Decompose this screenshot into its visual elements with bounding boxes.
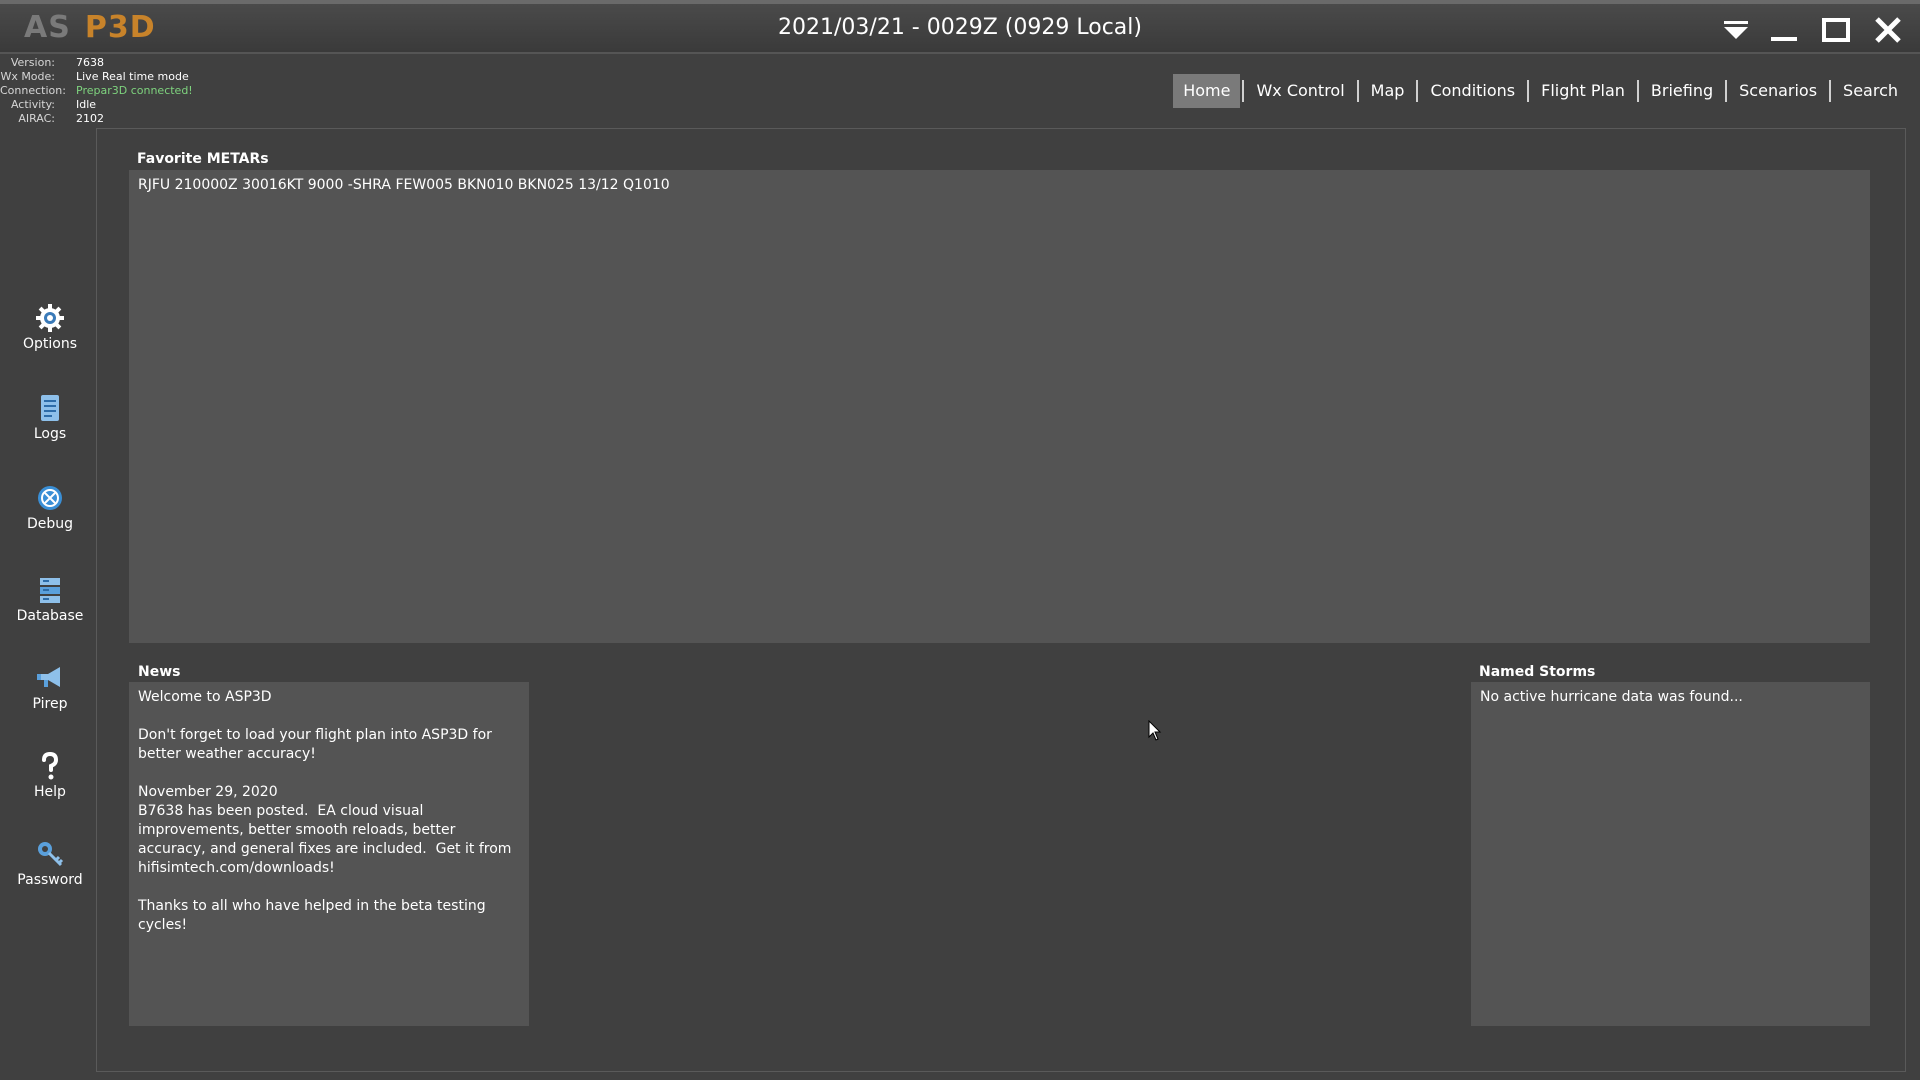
tab-home[interactable]: Home: [1173, 74, 1241, 108]
sidebar-item-database[interactable]: Database: [0, 574, 100, 624]
sidebar-item-logs[interactable]: Logs: [0, 392, 100, 442]
sidebar-label: Debug: [26, 516, 74, 532]
nav-separator: [1829, 80, 1832, 102]
sidebar-label: Options: [22, 336, 78, 352]
named-storms-panel[interactable]: No active hurricane data was found...: [1471, 682, 1870, 1026]
gear-icon: [36, 304, 64, 332]
tab-flight-plan[interactable]: Flight Plan: [1531, 74, 1635, 108]
nav-separator: [1356, 80, 1359, 102]
sidebar-item-password[interactable]: Password: [0, 838, 100, 888]
status-activity: Activity: Idle: [10, 98, 97, 111]
tab-conditions[interactable]: Conditions: [1420, 74, 1525, 108]
status-panel: Version: 7638 Wx Mode: Live Real time mode…: [0, 56, 260, 126]
sidebar-label: Pirep: [32, 696, 68, 712]
named-storms-title: Named Storms: [1479, 664, 1596, 680]
key-icon: [38, 842, 64, 867]
main-nav: Home Wx Control Map Conditions Flight Pl…: [1173, 74, 1908, 108]
named-storms-body: No active hurricane data was found...: [1480, 689, 1743, 705]
news-title: News: [138, 664, 181, 680]
nav-separator: [1725, 80, 1728, 102]
sidebar-label: Database: [16, 608, 84, 624]
title-bar: AS P3D 2021/03/21 - 0029Z (0929 Local): [0, 0, 1920, 54]
sidebar-item-pirep[interactable]: Pirep: [0, 662, 100, 712]
news-body: Welcome to ASP3D Don't forget to load yo…: [138, 689, 512, 933]
sidebar-item-debug[interactable]: Debug: [0, 482, 100, 532]
nav-separator: [1636, 80, 1639, 102]
minimize-icon[interactable]: [1766, 14, 1802, 46]
tab-search[interactable]: Search: [1833, 74, 1908, 108]
window-title: 2021/03/21 - 0029Z (0929 Local): [778, 15, 1142, 40]
debug-icon: [38, 486, 62, 510]
megaphone-icon: [37, 667, 60, 687]
sidebar-label: Logs: [33, 426, 67, 442]
favorite-metars-title: Favorite METARs: [137, 151, 269, 167]
database-icon: [40, 578, 60, 603]
tab-map[interactable]: Map: [1361, 74, 1415, 108]
close-icon[interactable]: [1870, 14, 1906, 46]
news-panel[interactable]: Welcome to ASP3D Don't forget to load yo…: [129, 682, 529, 1026]
document-icon: [41, 395, 59, 421]
question-icon: [42, 751, 59, 780]
tab-scenarios[interactable]: Scenarios: [1729, 74, 1827, 108]
dropdown-arrow-icon[interactable]: [1718, 14, 1754, 46]
sidebar-item-options[interactable]: Options: [0, 302, 100, 352]
tab-wx-control[interactable]: Wx Control: [1246, 74, 1354, 108]
metar-entry[interactable]: RJFU 210000Z 30016KT 9000 -SHRA FEW005 B…: [138, 176, 1861, 195]
status-connection: Connection: Prepar3D connected!: [0, 84, 193, 97]
sidebar-item-help[interactable]: Help: [0, 750, 100, 800]
nav-separator: [1242, 80, 1245, 102]
nav-separator: [1527, 80, 1530, 102]
sidebar-label: Help: [34, 784, 66, 800]
status-version: Version: 7638: [10, 56, 104, 69]
tab-briefing[interactable]: Briefing: [1641, 74, 1723, 108]
status-wxmode: Wx Mode: Live Real time mode: [0, 70, 189, 83]
maximize-icon[interactable]: [1818, 14, 1854, 46]
sidebar-label: Password: [17, 872, 83, 888]
favorite-metars-panel[interactable]: RJFU 210000Z 30016KT 9000 -SHRA FEW005 B…: [129, 170, 1870, 643]
mouse-cursor-icon: [1148, 720, 1162, 741]
nav-separator: [1416, 80, 1419, 102]
status-airac: AIRAC: 2102: [18, 112, 104, 125]
